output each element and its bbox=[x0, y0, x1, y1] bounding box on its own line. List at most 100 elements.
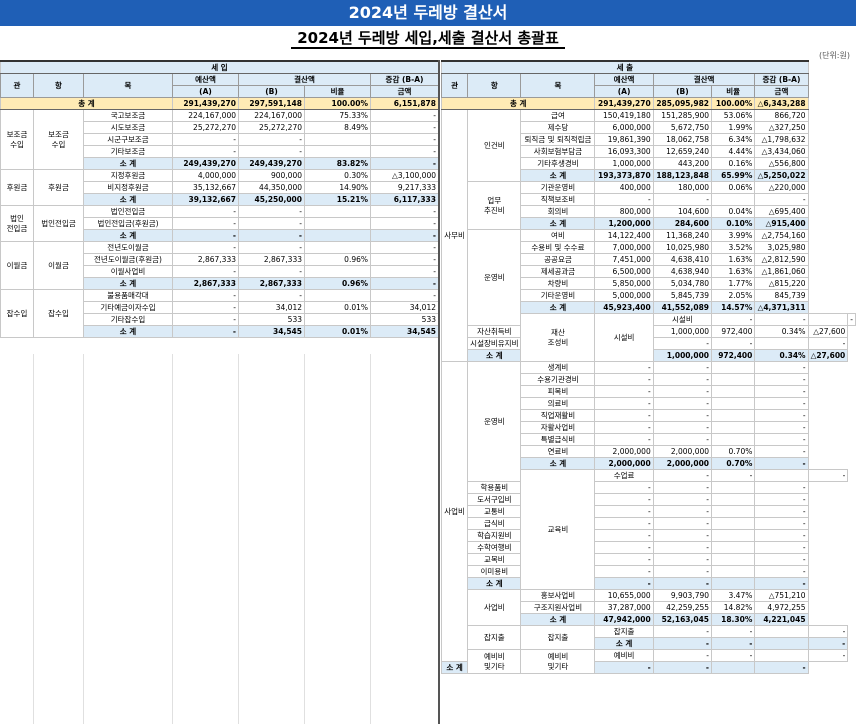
ratio-cell: 1.99% bbox=[711, 121, 756, 134]
diff-cell: - bbox=[754, 517, 809, 530]
grand-total-label: 총 계 bbox=[0, 97, 173, 110]
diff-cell: - bbox=[754, 409, 809, 422]
budget-cell: 5,000,000 bbox=[594, 289, 654, 302]
subtotal-label: 소 계 bbox=[520, 613, 596, 626]
ratio-cell bbox=[754, 637, 809, 650]
budget-cell: - bbox=[594, 577, 654, 590]
gwan-cell: 재산 조성비 bbox=[520, 313, 596, 362]
diff-cell: - bbox=[754, 661, 809, 674]
grand-total-row: 총 계 291,439,270 297,591,148 100.00% 6,151,87… bbox=[0, 97, 439, 110]
diff-cell: - bbox=[754, 433, 809, 446]
diff-cell: - bbox=[807, 469, 849, 482]
budget-cell: - bbox=[652, 469, 713, 482]
table-row: 사무비 인건비 급여 150,419,180 151,285,900 53.06% 866,… bbox=[440, 109, 856, 362]
ratio-cell: 65.99% bbox=[711, 169, 756, 182]
diff-cell: - bbox=[754, 397, 809, 410]
diff-cell: - bbox=[754, 541, 809, 554]
ratio-cell: 4.44% bbox=[711, 145, 756, 158]
table-row: 도서구입비 - - - bbox=[442, 493, 856, 506]
table-row: 법인 전입금 법인전입금 법인전입금 - - - bbox=[0, 205, 439, 242]
budget-cell: 2,000,000 bbox=[594, 457, 654, 470]
budget-cell: - bbox=[594, 385, 654, 398]
budget-cell: - bbox=[594, 373, 654, 386]
ratio-cell bbox=[711, 433, 756, 446]
gridline bbox=[83, 354, 84, 724]
diff-cell: - bbox=[370, 277, 439, 290]
diff-cell: △1,798,632 bbox=[754, 133, 809, 146]
ratio-cell bbox=[711, 373, 756, 386]
ratio-cell: 14.90% bbox=[304, 181, 371, 194]
ratio-cell: 14.57% bbox=[711, 301, 756, 314]
ratio-cell bbox=[711, 193, 756, 206]
ratio-cell bbox=[711, 553, 756, 566]
ratio-cell bbox=[711, 541, 756, 554]
mok-cell: 이미용비 bbox=[467, 565, 522, 578]
settle-cell: - bbox=[238, 205, 305, 218]
mok-cell: 시설장비유지비 bbox=[467, 337, 522, 350]
settle-cell: 11,368,240 bbox=[652, 229, 713, 242]
diff-cell: - bbox=[370, 133, 439, 146]
diff-cell: △556,800 bbox=[754, 157, 809, 170]
settle-cell: 972,400 bbox=[711, 325, 756, 338]
diff-cell: - bbox=[754, 529, 809, 542]
mok-cell: 제세공과금 bbox=[520, 265, 596, 278]
diff-cell: - bbox=[370, 253, 439, 266]
ratio-cell bbox=[754, 649, 809, 662]
mok-cell: 자산취득비 bbox=[467, 325, 522, 338]
table-row: 업무 추진비 기관운영비 400,000 180,000 0.06% △220,000 bbox=[442, 181, 856, 230]
gwan-cell: 이월금 bbox=[0, 241, 34, 290]
subtotal-label: 소 계 bbox=[594, 637, 654, 650]
mok-cell: 비지정후원금 bbox=[83, 181, 173, 194]
mok-cell: 교복비 bbox=[467, 553, 522, 566]
settle-cell: 34,012 bbox=[238, 301, 305, 314]
table-row: 급식비 - - - bbox=[442, 517, 856, 530]
settle-cell: 44,350,000 bbox=[238, 181, 305, 194]
ratio-cell bbox=[711, 661, 756, 674]
hang-cell: 업무 추진비 bbox=[467, 181, 522, 230]
subtotal-label: 소 계 bbox=[83, 325, 173, 338]
diff-cell: △4,371,311 bbox=[754, 301, 809, 314]
settle-cell: 5,672,750 bbox=[652, 121, 713, 134]
table-row: 학용품비 - - - bbox=[442, 481, 856, 494]
diff-cell: △751,210 bbox=[754, 589, 809, 602]
diff-cell: △2,812,590 bbox=[754, 253, 809, 266]
settle-cell: - bbox=[652, 493, 713, 506]
section-title: 세 출 bbox=[441, 60, 809, 74]
ratio-cell: 1.63% bbox=[711, 265, 756, 278]
budget-cell: - bbox=[172, 313, 239, 326]
settle-cell: - bbox=[652, 553, 713, 566]
budget-cell: - bbox=[652, 649, 713, 662]
settle-cell: 2,867,333 bbox=[238, 277, 305, 290]
ratio-cell: 3.52% bbox=[711, 241, 756, 254]
budget-cell: 4,000,000 bbox=[172, 169, 239, 182]
settle-cell: 12,659,240 bbox=[652, 145, 713, 158]
mok-cell: 퇴직금 및 퇴직적립금 bbox=[520, 133, 596, 146]
diff-cell: - bbox=[754, 361, 809, 374]
expense-table: 세 출 관 항 목 예산액 결산액 증감 (B-A) (A) (B) 비율 금액 총 계 291,439… bbox=[440, 60, 856, 674]
budget-cell: - bbox=[172, 205, 239, 218]
settle-cell: 4,638,410 bbox=[652, 253, 713, 266]
diff-cell: 34,012 bbox=[370, 301, 439, 314]
budget-cell: - bbox=[594, 553, 654, 566]
ratio-cell: 0.70% bbox=[711, 445, 756, 458]
subtotal-label: 소 계 bbox=[83, 277, 173, 290]
mok-cell: 시도보조금 bbox=[83, 121, 173, 134]
hang-cell: 운영비 bbox=[467, 229, 522, 326]
hang-cell: 운영비 bbox=[467, 361, 522, 482]
ratio-cell: 0.06% bbox=[711, 181, 756, 194]
table-row: 이미용비 - - - bbox=[442, 565, 856, 578]
settle-cell: 10,025,980 bbox=[652, 241, 713, 254]
budget-cell: 1,200,000 bbox=[594, 217, 654, 230]
diff-cell: - bbox=[754, 493, 809, 506]
col-header-ratio: 비율 bbox=[304, 85, 371, 98]
diff-cell: 533 bbox=[370, 313, 439, 326]
mok-cell: 공공요금 bbox=[520, 253, 596, 266]
table-row: 잡지출 잡지출 잡지출 - - - bbox=[442, 625, 856, 650]
budget-cell: 35,132,667 bbox=[172, 181, 239, 194]
table-row: 교복비 - - - bbox=[442, 553, 856, 566]
col-header-budget: 예산액 bbox=[172, 73, 239, 86]
diff-cell: △27,600 bbox=[807, 349, 849, 362]
budget-cell: 47,942,000 bbox=[594, 613, 654, 626]
settle-cell: - bbox=[652, 577, 713, 590]
settle-cell: 5,034,780 bbox=[652, 277, 713, 290]
